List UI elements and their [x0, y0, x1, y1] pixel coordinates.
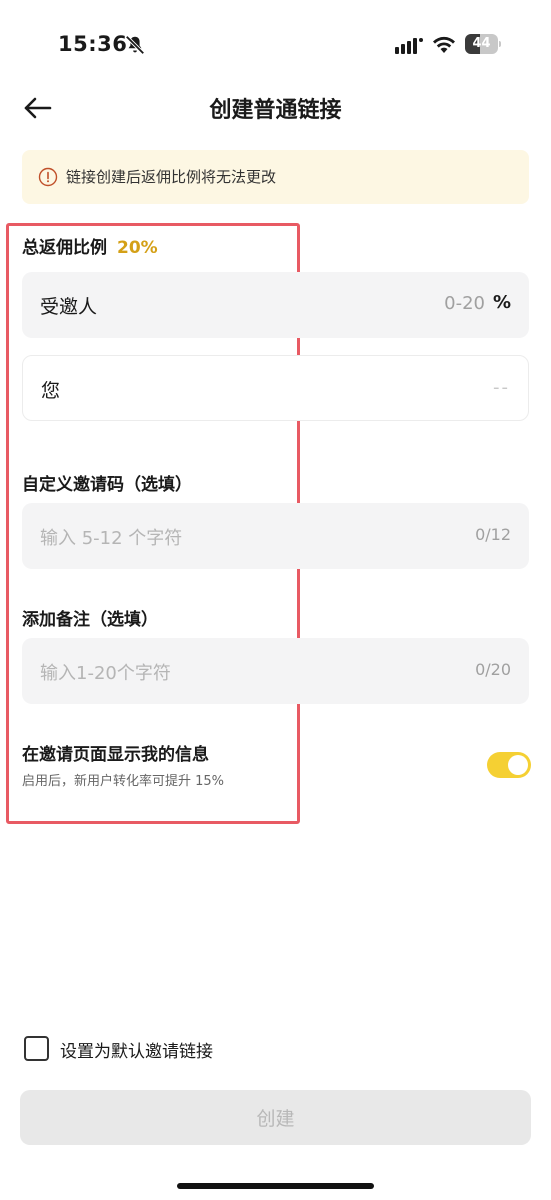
navigation-bar: 创建普通链接: [0, 80, 551, 136]
status-bar: 15:36 44: [0, 0, 551, 90]
invitee-rate-field[interactable]: 受邀人 0-20 %: [22, 272, 529, 338]
rebate-rate-value: 20%: [117, 238, 158, 258]
invite-code-counter: 0/12: [475, 525, 511, 544]
show-info-title: 在邀请页面显示我的信息: [22, 745, 209, 765]
toggle-knob: [508, 755, 528, 775]
remark-title: 添加备注（选填）: [22, 610, 158, 630]
remark-placeholder: 输入1-20个字符: [40, 663, 171, 684]
battery-percent: 44: [472, 36, 491, 51]
warning-circle-icon: [38, 167, 58, 187]
invite-code-title: 自定义邀请码（选填）: [22, 475, 192, 495]
remark-input[interactable]: 输入1-20个字符 0/20: [22, 638, 529, 704]
rebate-title: 总返佣比例 20%: [22, 233, 158, 258]
battery-indicator: 44: [465, 34, 501, 54]
invite-code-placeholder: 输入 5-12 个字符: [40, 528, 183, 549]
your-rate-field: 您 --: [22, 355, 529, 421]
cellular-signal-icon: [395, 38, 423, 54]
default-link-label[interactable]: 设置为默认邀请链接: [60, 1037, 213, 1062]
you-rate-value: --: [493, 377, 510, 398]
you-label: 您: [41, 380, 61, 402]
default-link-checkbox[interactable]: [24, 1036, 49, 1061]
invitee-range: 0-20: [444, 293, 485, 314]
notice-text: 链接创建后返佣比例将无法更改: [66, 168, 277, 186]
invitee-label: 受邀人: [40, 296, 98, 318]
remark-counter: 0/20: [475, 660, 511, 679]
show-info-toggle[interactable]: [487, 752, 531, 778]
rebate-title-label: 总返佣比例: [22, 238, 107, 258]
create-button[interactable]: 创建: [20, 1090, 531, 1145]
bell-muted-icon: [125, 35, 145, 55]
percent-unit: %: [492, 292, 511, 313]
home-indicator: [177, 1183, 374, 1189]
wifi-icon: [433, 36, 455, 53]
page-title: 创建普通链接: [209, 98, 342, 123]
notice-banner: 链接创建后返佣比例将无法更改: [22, 150, 529, 204]
status-time: 15:36: [58, 32, 128, 56]
invite-code-input[interactable]: 输入 5-12 个字符 0/12: [22, 503, 529, 569]
show-info-subtitle: 启用后，新用户转化率可提升 15%: [22, 774, 225, 789]
